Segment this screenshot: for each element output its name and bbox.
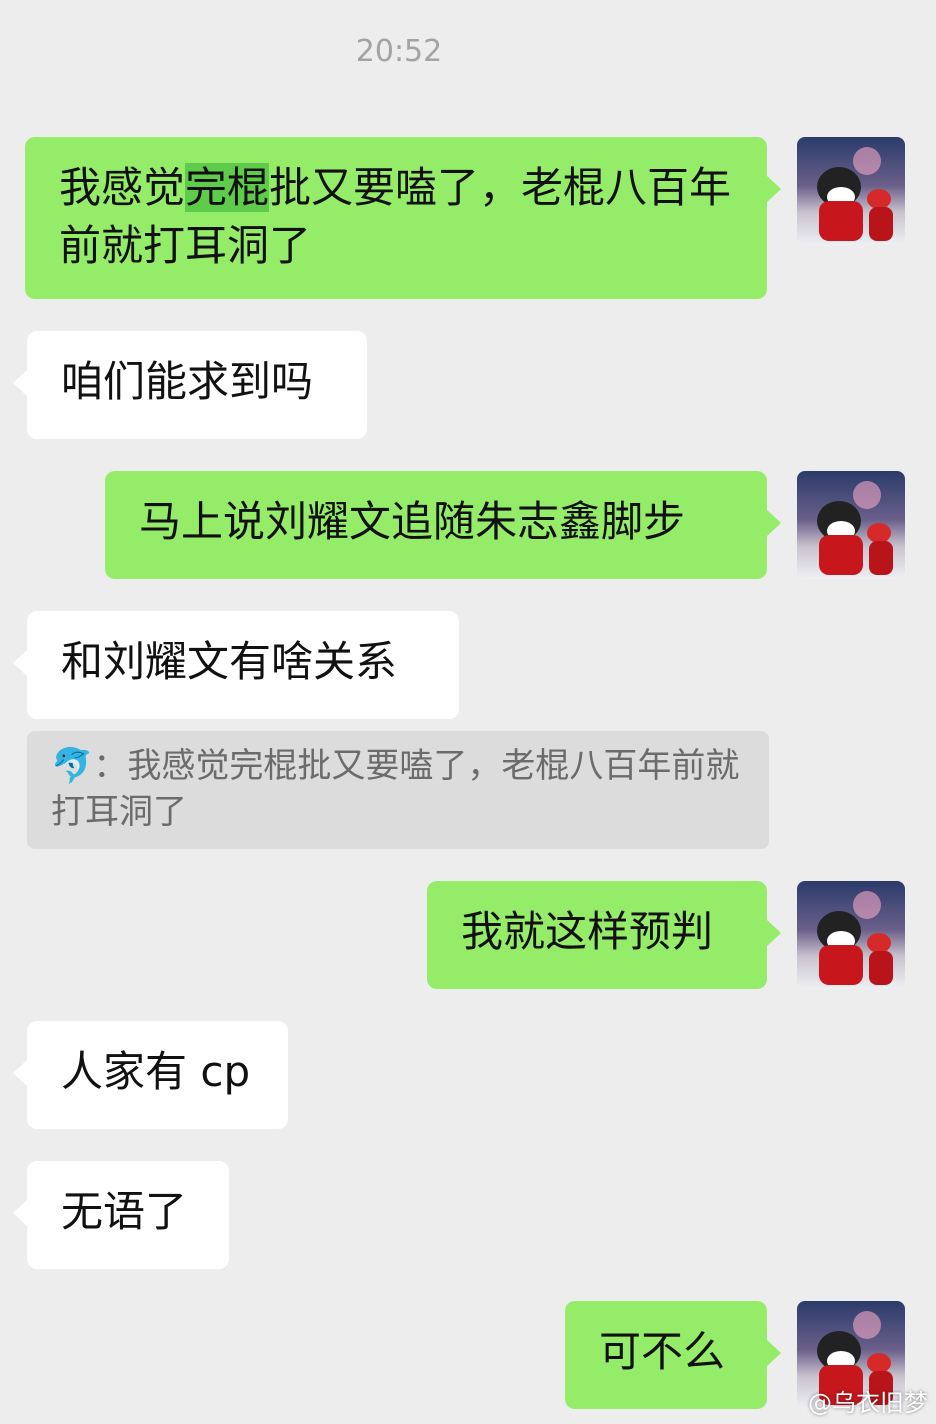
quote-text: ：我感觉完棍批又要嗑了，老棍八百年前就打耳洞了: [51, 746, 740, 832]
message-text: 人家有 cp: [61, 1047, 251, 1096]
outgoing-message[interactable]: 我就这样预判: [427, 881, 781, 989]
message-text: 我就这样预判: [461, 907, 714, 956]
highlighted-text: 完棍: [185, 163, 270, 212]
dog-avatar-icon: [817, 891, 893, 985]
outgoing-message[interactable]: 可不么: [565, 1301, 781, 1409]
outgoing-message[interactable]: 我感觉完棍批又要嗑了，老棍八百年前就打耳洞了: [25, 137, 781, 299]
outgoing-message[interactable]: 马上说刘耀文追随朱志鑫脚步: [105, 471, 781, 579]
incoming-message[interactable]: 人家有 cp: [13, 1021, 288, 1129]
avatar[interactable]: [797, 137, 905, 245]
incoming-message[interactable]: 和刘耀文有啥关系: [13, 611, 459, 719]
avatar[interactable]: [797, 471, 905, 579]
timestamp: 20:52: [355, 34, 443, 69]
watermark: @乌衣旧梦: [808, 1389, 928, 1417]
message-text: 我感觉: [59, 163, 186, 212]
quoted-message[interactable]: 🐬：我感觉完棍批又要嗑了，老棍八百年前就打耳洞了: [27, 731, 769, 849]
dog-avatar-icon: [817, 147, 893, 241]
message-text: 咱们能求到吗: [61, 357, 314, 406]
message-text: 可不么: [599, 1327, 726, 1376]
dog-avatar-icon: [817, 481, 893, 575]
message-text: 和刘耀文有啥关系: [61, 637, 398, 686]
incoming-message[interactable]: 咱们能求到吗: [13, 331, 367, 439]
avatar[interactable]: [797, 881, 905, 989]
message-text: 无语了: [61, 1187, 188, 1236]
dolphin-icon: 🐬: [51, 746, 94, 786]
message-text: 马上说刘耀文追随朱志鑫脚步: [139, 497, 686, 546]
incoming-message[interactable]: 无语了: [13, 1161, 229, 1269]
